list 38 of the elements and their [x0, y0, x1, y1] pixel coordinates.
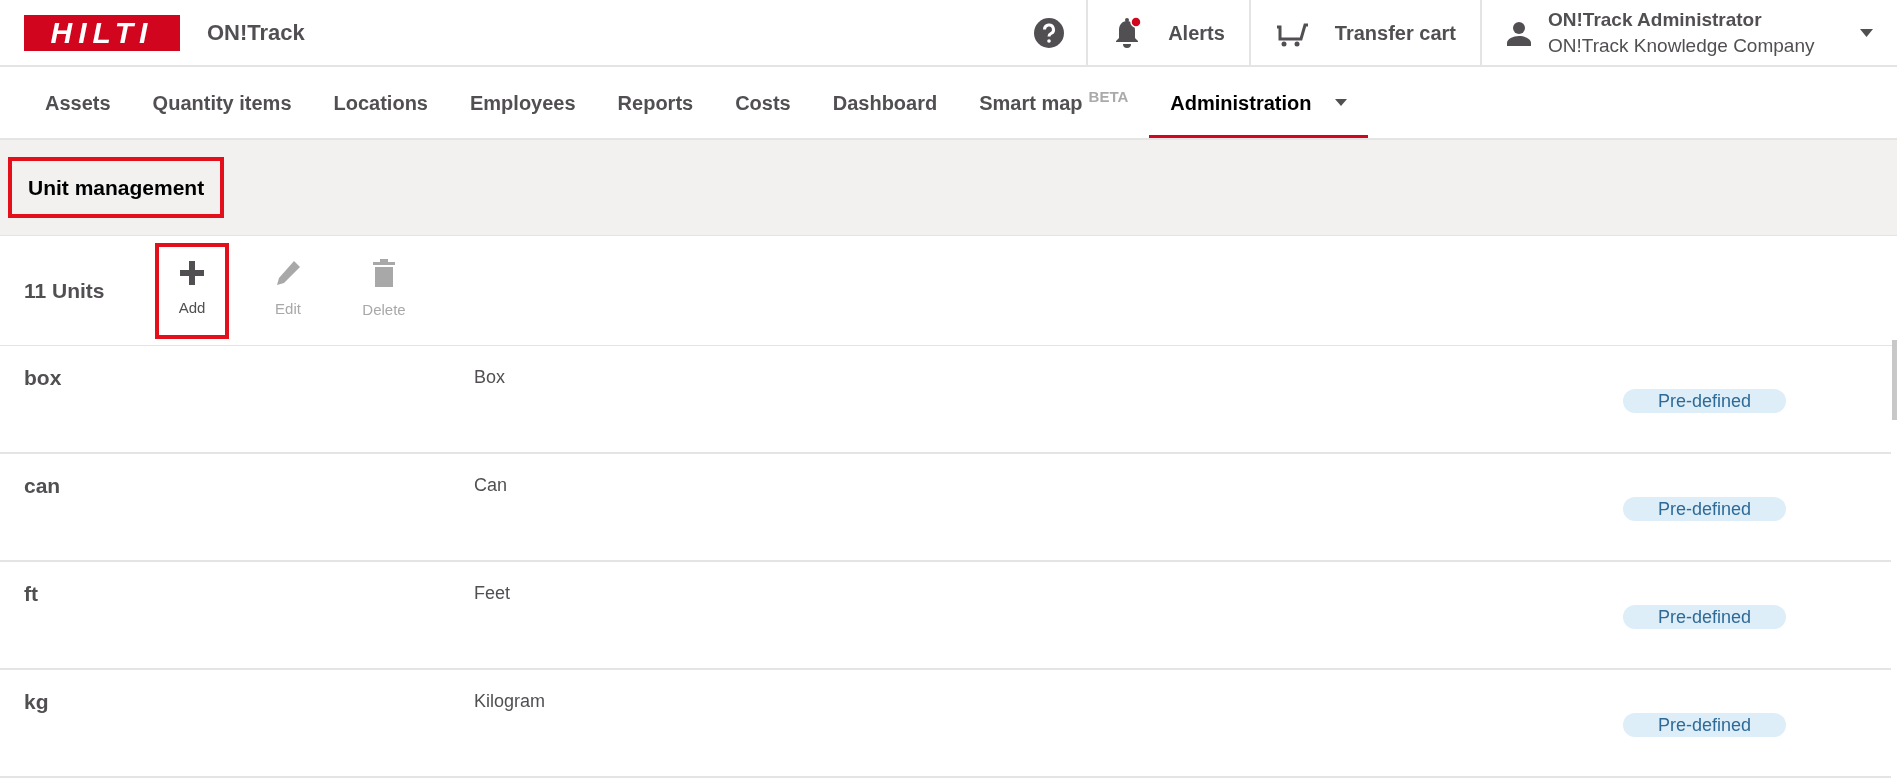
trash-icon — [373, 259, 395, 288]
nav-tab[interactable]: Locations — [312, 67, 449, 138]
app-name: ON!Track — [207, 19, 305, 47]
nav-tab[interactable]: Assets — [24, 67, 132, 138]
unit-name: Can — [474, 474, 509, 497]
predefined-tag: Pre-defined — [1623, 713, 1786, 737]
user-menu[interactable]: ON!Track Administrator ON!Track Knowledge Company — [1480, 0, 1897, 65]
pencil-icon — [275, 260, 301, 287]
plus-icon — [180, 261, 204, 286]
unit-code: kg — [23, 689, 50, 715]
unit-count: 11 Units — [24, 277, 106, 304]
caret-icon — [1860, 28, 1873, 37]
nav-tab[interactable]: Quantity items — [131, 67, 313, 138]
user-name: ON!Track Administrator — [1548, 7, 1763, 32]
add-button[interactable]: Add — [155, 242, 229, 339]
nav-tab[interactable]: Dashboard — [811, 67, 959, 138]
company-name: ON!Track Knowledge Company — [1548, 33, 1816, 58]
nav-tab[interactable]: Reports — [596, 67, 715, 138]
beta-label: BETA — [1088, 89, 1129, 105]
alerts-button[interactable]: Alerts — [1086, 0, 1249, 65]
predefined-tag: Pre-defined — [1623, 605, 1786, 629]
nav-tab[interactable]: Smart map BETA — [958, 67, 1150, 138]
scrollbar[interactable] — [1892, 340, 1897, 420]
unit-code: ft — [23, 581, 39, 607]
page-title: Unit management — [8, 156, 225, 219]
unit-name: Box — [474, 366, 507, 389]
help-icon[interactable] — [1034, 17, 1065, 48]
transfer-cart-button[interactable]: Transfer cart — [1248, 0, 1480, 65]
person-icon — [1506, 19, 1532, 46]
unit-code: can — [23, 473, 62, 499]
nav-tab[interactable]: Employees — [449, 67, 597, 138]
unit-name: Kilogram — [474, 690, 547, 713]
unit-code: box — [23, 365, 63, 391]
logo[interactable]: HILTI — [24, 14, 180, 51]
unit-name: Feet — [474, 582, 512, 605]
predefined-tag: Pre-defined — [1623, 497, 1786, 521]
nav-tab[interactable]: Costs — [714, 67, 812, 138]
predefined-tag: Pre-defined — [1623, 389, 1786, 413]
